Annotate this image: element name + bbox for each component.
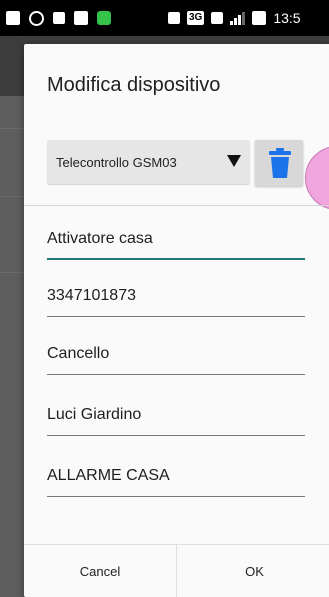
device-dropdown-value: Telecontrollo GSM03 bbox=[56, 154, 177, 170]
ok-button[interactable]: OK bbox=[177, 545, 329, 597]
divider bbox=[24, 205, 329, 206]
phone-number-field[interactable]: 3347101873 bbox=[47, 277, 305, 317]
dialog-button-bar: Cancel OK bbox=[24, 544, 329, 597]
signal-tower-icon bbox=[53, 12, 65, 24]
dialog-title: Modifica dispositivo bbox=[47, 74, 221, 96]
floating-bubble[interactable] bbox=[305, 146, 329, 210]
app-icon bbox=[97, 11, 111, 25]
image-icon bbox=[74, 11, 88, 25]
signal-icon bbox=[230, 11, 246, 25]
battery-icon bbox=[252, 11, 267, 25]
dropdown-arrow-icon bbox=[227, 155, 241, 167]
output-3-field[interactable]: ALLARME CASA bbox=[47, 457, 305, 497]
output-2-field[interactable]: Luci Giardino bbox=[47, 396, 305, 436]
cancel-button[interactable]: Cancel bbox=[24, 545, 177, 597]
status-bar: 3G 13:5 bbox=[0, 0, 329, 36]
whatsapp-icon bbox=[29, 10, 44, 26]
status-time: 13:5 bbox=[273, 10, 301, 26]
trash-icon bbox=[269, 148, 291, 178]
device-dropdown[interactable]: Telecontrollo GSM03 bbox=[47, 140, 250, 184]
output-3-value: ALLARME CASA bbox=[47, 467, 170, 484]
edit-device-dialog: Modifica dispositivo Telecontrollo GSM03… bbox=[24, 44, 329, 597]
phone-number-value: 3347101873 bbox=[47, 287, 136, 304]
delete-device-button[interactable] bbox=[255, 140, 303, 186]
alarm-icon bbox=[168, 12, 180, 24]
output-2-value: Luci Giardino bbox=[47, 406, 142, 423]
notification-icon bbox=[6, 11, 20, 25]
network-type: 3G bbox=[187, 11, 205, 25]
output-1-value: Cancello bbox=[47, 345, 110, 362]
device-name-value: Attivatore casa bbox=[47, 230, 153, 247]
output-1-field[interactable]: Cancello bbox=[47, 335, 305, 375]
device-name-field[interactable]: Attivatore casa bbox=[47, 220, 305, 260]
sim-icon bbox=[211, 12, 224, 24]
